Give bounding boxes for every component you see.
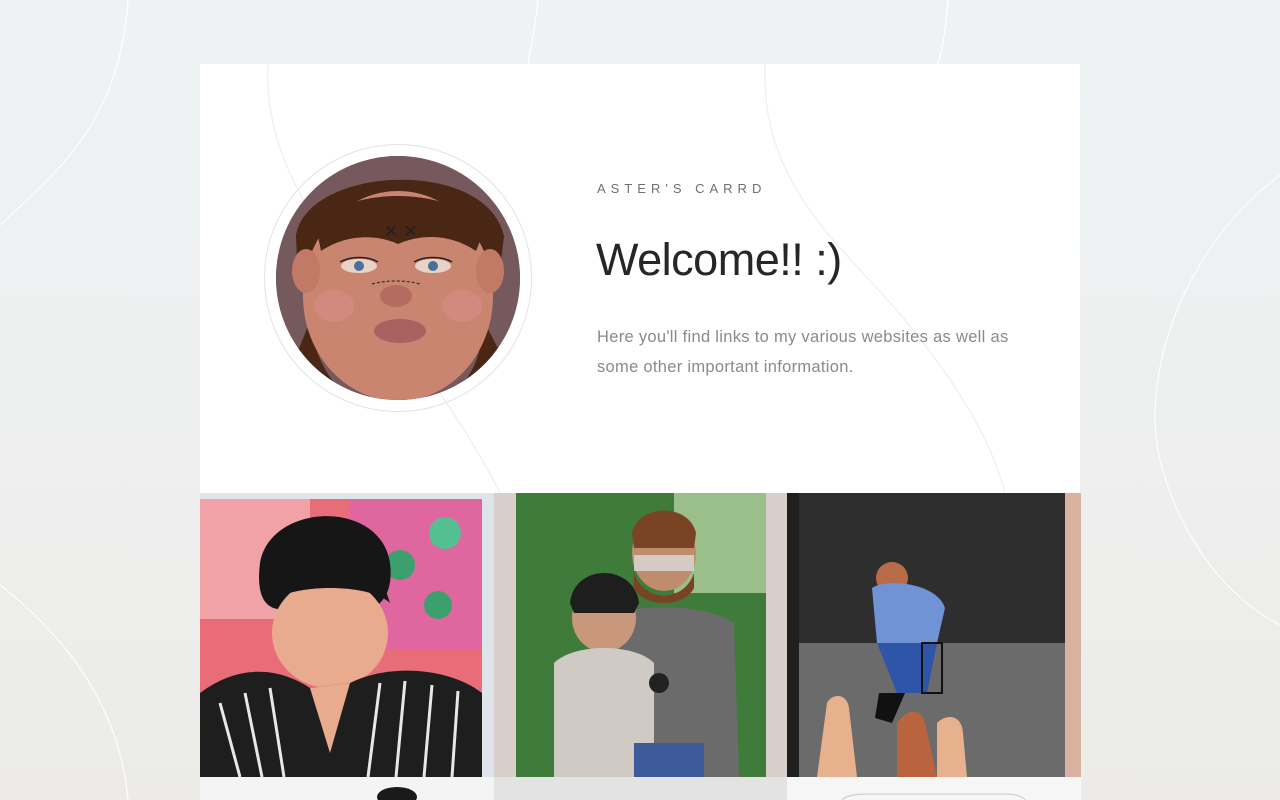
painting-bottom-right (787, 777, 1081, 800)
gallery-item-figure-dark[interactable] (787, 493, 1081, 777)
profile-card: × × ASTER'S CARRD Welcome!! :) Here you'… (200, 64, 1080, 493)
avatar-frame: × × (264, 144, 532, 412)
gallery-item-portrait-pink[interactable] (200, 493, 494, 777)
painting-portrait-pink (200, 493, 494, 777)
art-gallery (200, 493, 1081, 800)
page-description: Here you'll find links to my various web… (597, 328, 1009, 376)
painting-couple-green (494, 493, 787, 777)
gallery-item-bottom-middle[interactable] (494, 777, 787, 800)
page-title: Welcome!! :) (596, 234, 842, 285)
painting-bottom-middle (494, 777, 787, 800)
gallery-item-bottom-right[interactable] (787, 777, 1081, 800)
svg-text:× ×: × × (384, 221, 418, 241)
painting-figure-dark (787, 493, 1081, 777)
gallery-item-bottom-left[interactable] (200, 777, 494, 800)
gallery-item-couple-green[interactable] (494, 493, 787, 777)
avatar: × × (276, 156, 520, 400)
site-eyebrow: ASTER'S CARRD (597, 181, 767, 196)
painting-bottom-left (200, 777, 494, 800)
avatar-painting: × × (276, 156, 520, 400)
